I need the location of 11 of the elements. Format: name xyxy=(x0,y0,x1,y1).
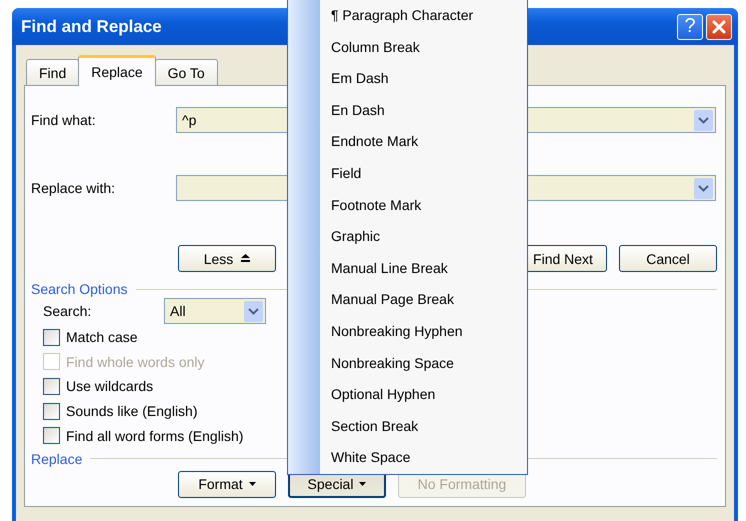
field-label: Replace with: xyxy=(31,180,116,196)
field-label: Find what: xyxy=(31,112,97,128)
search-label: Search: xyxy=(42,303,92,319)
checkbox-label: Find whole words only xyxy=(66,354,205,370)
checkbox-label: Match case xyxy=(66,329,138,346)
checkbox-label: Use wildcards xyxy=(66,378,154,394)
section-heading: Search Options xyxy=(31,281,128,297)
checkbox-label: Sounds like (English) xyxy=(66,403,198,420)
checkbox-label: Find all word forms (English) xyxy=(66,428,244,444)
window-title: Find and Replace xyxy=(21,16,162,36)
section-heading: Replace xyxy=(31,450,82,467)
